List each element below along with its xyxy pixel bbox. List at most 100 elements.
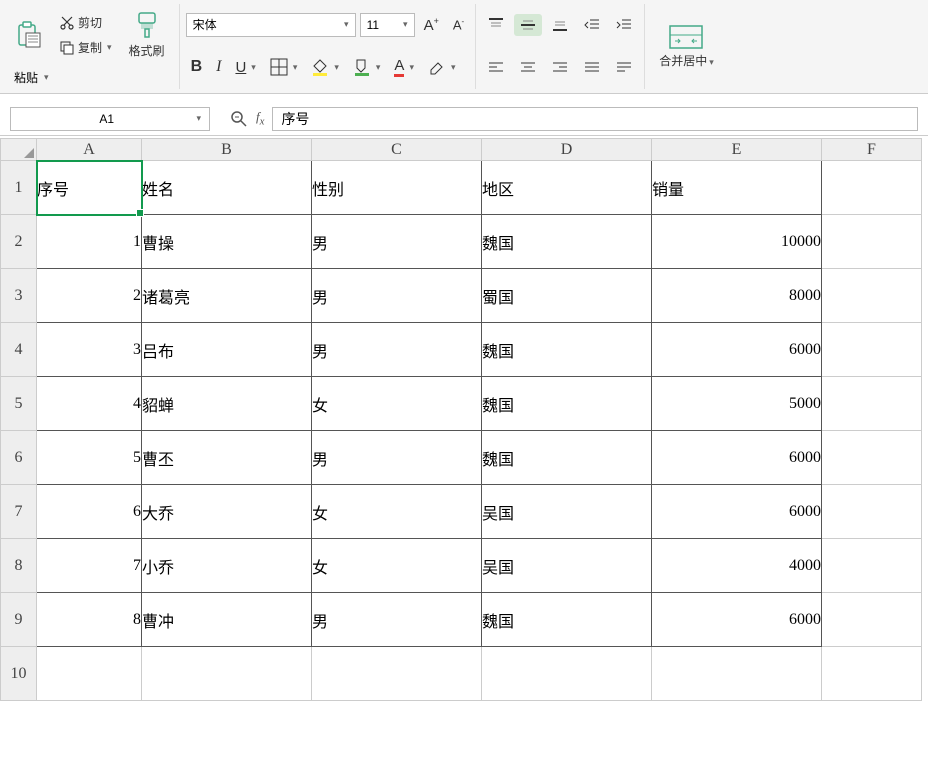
align-center-button[interactable] <box>514 57 542 79</box>
row-header[interactable]: 6 <box>1 431 37 485</box>
cell[interactable]: 小乔 <box>142 539 312 593</box>
cell[interactable]: 地区 <box>482 161 652 215</box>
cell[interactable]: 男 <box>312 431 482 485</box>
underline-button[interactable]: U▾ <box>230 56 260 79</box>
increase-font-button[interactable]: A+ <box>419 13 444 37</box>
highlight-button[interactable]: ▾ <box>348 55 386 79</box>
name-box[interactable]: A1 ▾ <box>10 107 210 131</box>
align-bottom-button[interactable] <box>546 14 574 36</box>
cell[interactable] <box>822 269 922 323</box>
cell[interactable]: 6000 <box>652 323 822 377</box>
cell[interactable]: 3 <box>37 323 142 377</box>
cell[interactable] <box>822 215 922 269</box>
cell[interactable] <box>822 377 922 431</box>
cell[interactable]: 曹冲 <box>142 593 312 647</box>
cell[interactable] <box>822 593 922 647</box>
font-size-select[interactable]: 11 ▾ <box>360 13 415 37</box>
italic-button[interactable]: I <box>211 55 226 79</box>
row-header[interactable]: 3 <box>1 269 37 323</box>
cell[interactable] <box>652 647 822 701</box>
row-header[interactable]: 7 <box>1 485 37 539</box>
cell[interactable]: 魏国 <box>482 593 652 647</box>
cell[interactable] <box>482 647 652 701</box>
column-header[interactable]: A <box>37 139 142 161</box>
paste-button[interactable] <box>8 17 50 53</box>
format-painter-button[interactable]: 格式刷 <box>121 7 173 63</box>
cell[interactable] <box>822 323 922 377</box>
column-header[interactable]: E <box>652 139 822 161</box>
cell[interactable]: 6000 <box>652 485 822 539</box>
cell[interactable]: 魏国 <box>482 431 652 485</box>
decrease-indent-button[interactable] <box>578 14 606 36</box>
cell[interactable]: 魏国 <box>482 215 652 269</box>
select-all-corner[interactable] <box>1 139 37 161</box>
align-top-button[interactable] <box>482 14 510 36</box>
eraser-button[interactable]: ▾ <box>423 55 461 79</box>
cell[interactable]: 诸葛亮 <box>142 269 312 323</box>
row-header[interactable]: 8 <box>1 539 37 593</box>
cell[interactable]: 姓名 <box>142 161 312 215</box>
cell[interactable]: 吴国 <box>482 539 652 593</box>
font-color-button[interactable]: A▾ <box>389 54 419 80</box>
align-left-button[interactable] <box>482 57 510 79</box>
cell[interactable]: 男 <box>312 323 482 377</box>
cell[interactable]: 男 <box>312 593 482 647</box>
column-header[interactable]: B <box>142 139 312 161</box>
cell[interactable]: 4 <box>37 377 142 431</box>
row-header[interactable]: 9 <box>1 593 37 647</box>
cell[interactable]: 7 <box>37 539 142 593</box>
cell[interactable]: 6000 <box>652 431 822 485</box>
cell[interactable]: 女 <box>312 485 482 539</box>
cell[interactable]: 6 <box>37 485 142 539</box>
paste-label[interactable]: 粘贴 <box>8 69 38 86</box>
cell[interactable] <box>822 431 922 485</box>
align-middle-button[interactable] <box>514 14 542 36</box>
cell[interactable]: 女 <box>312 377 482 431</box>
cell[interactable]: 曹丕 <box>142 431 312 485</box>
column-header[interactable]: C <box>312 139 482 161</box>
column-header[interactable]: D <box>482 139 652 161</box>
font-name-select[interactable]: 宋体 ▾ <box>186 13 356 37</box>
cell[interactable]: 魏国 <box>482 377 652 431</box>
borders-button[interactable]: ▾ <box>265 55 303 79</box>
cell[interactable]: 性别 <box>312 161 482 215</box>
cell[interactable]: 2 <box>37 269 142 323</box>
cell[interactable] <box>37 647 142 701</box>
row-header[interactable]: 10 <box>1 647 37 701</box>
cell[interactable]: 8000 <box>652 269 822 323</box>
cell[interactable]: 魏国 <box>482 323 652 377</box>
cell[interactable]: 吴国 <box>482 485 652 539</box>
bold-button[interactable]: B <box>186 55 208 79</box>
column-header[interactable]: F <box>822 139 922 161</box>
merge-center-button[interactable]: 合并居中▾ <box>651 21 722 73</box>
justify-button[interactable] <box>578 57 606 79</box>
cell[interactable]: 1 <box>37 215 142 269</box>
formula-input[interactable]: 序号 <box>272 107 918 131</box>
fx-icon[interactable]: fx <box>256 109 264 128</box>
cell-A1[interactable]: 序号 <box>37 161 142 215</box>
cell[interactable]: 蜀国 <box>482 269 652 323</box>
cut-button[interactable]: 剪切 <box>54 11 117 34</box>
row-header[interactable]: 5 <box>1 377 37 431</box>
row-header[interactable]: 4 <box>1 323 37 377</box>
cell[interactable]: 5000 <box>652 377 822 431</box>
cell[interactable]: 5 <box>37 431 142 485</box>
cell[interactable]: 4000 <box>652 539 822 593</box>
cell[interactable]: 貂蝉 <box>142 377 312 431</box>
align-right-button[interactable] <box>546 57 574 79</box>
cell[interactable]: 男 <box>312 215 482 269</box>
row-header[interactable]: 1 <box>1 161 37 215</box>
cell[interactable]: 男 <box>312 269 482 323</box>
cell[interactable]: 8 <box>37 593 142 647</box>
cell[interactable]: 大乔 <box>142 485 312 539</box>
cell[interactable]: 女 <box>312 539 482 593</box>
cell[interactable]: 吕布 <box>142 323 312 377</box>
cell[interactable] <box>822 539 922 593</box>
distribute-button[interactable] <box>610 57 638 79</box>
cell[interactable] <box>142 647 312 701</box>
zoom-icon[interactable] <box>230 110 248 128</box>
increase-indent-button[interactable] <box>610 14 638 36</box>
cell[interactable] <box>822 647 922 701</box>
cell[interactable]: 销量 <box>652 161 822 215</box>
cell[interactable]: 10000 <box>652 215 822 269</box>
